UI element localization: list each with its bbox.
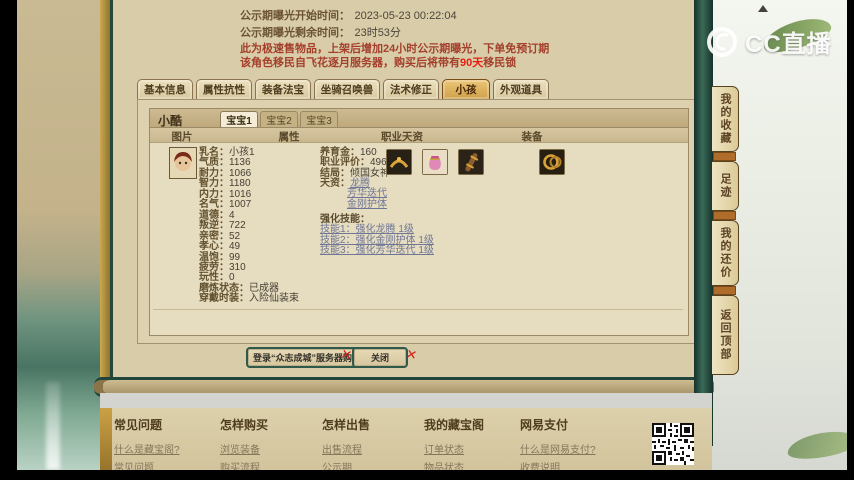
footer-link[interactable]: 浏览装备 (220, 441, 320, 456)
footer-col-faq: 常见问题 什么是藏宝阁? 常见问题 (114, 416, 214, 477)
cc-live-logo-text: CC直播 (745, 31, 832, 58)
equipment-slot-list (386, 149, 565, 175)
small-arrow-decoration (758, 5, 768, 12)
talent-row: 芳华迭代 (320, 189, 490, 199)
red-x-stamp-icon: ✕ (404, 346, 419, 363)
footer: 常见问题 什么是藏宝阁? 常见问题 怎样购买 浏览装备 购买流程 注意事项 怎样… (100, 408, 712, 474)
footer-link[interactable]: 什么是网易支付? (520, 441, 650, 456)
footer-gold-edge (100, 408, 112, 470)
exposure-start-value: 2023-05-23 00:22:04 (354, 10, 457, 22)
sidebar-item-my-counteroffer[interactable]: 我的还价 (712, 220, 739, 286)
migration-warning-prefix: 该角色移民自飞花逐月服务器，购买后将带有 (240, 57, 460, 69)
sidebar-band (694, 0, 713, 446)
scroll-gold-edge (100, 0, 110, 393)
gold-bangle-icon[interactable] (539, 149, 565, 175)
exposure-start-row: 公示期曝光开始时间： 2023-05-23 00:22:04 (240, 6, 457, 24)
gold-coronet-icon[interactable] (386, 149, 412, 175)
tab-child[interactable]: 小孩 (442, 79, 490, 99)
panel-divider (153, 309, 683, 310)
waterfall-decoration (46, 382, 60, 470)
scroll-border-line (110, 0, 113, 393)
subtab-baby2[interactable]: 宝宝2 (260, 111, 298, 127)
talent-row: 金刚护体 (320, 199, 490, 210)
tab-mount-summon[interactable]: 坐骑召唤兽 (314, 79, 380, 99)
screen: 公示期曝光开始时间： 2023-05-23 00:22:04 公示期曝光剩余时间… (0, 0, 854, 480)
migration-warning-days: 90天 (460, 57, 484, 69)
talent-link[interactable]: 芳华迭代 (347, 188, 387, 199)
sidebar-item-favorites[interactable]: 我的收藏 (712, 86, 739, 152)
detail-tabbar: 基本信息 属性抗性 装备法宝 坐骑召唤兽 法术修正 小孩 外观道具 (137, 79, 549, 99)
footer-link[interactable]: 什么是藏宝阁? (114, 441, 214, 456)
child-name-title: 小酷 (158, 114, 183, 128)
footer-link[interactable]: 订单状态 (424, 441, 524, 456)
exposure-start-label: 公示期曝光开始时间： (240, 10, 350, 22)
screen-letterbox-right (847, 0, 854, 480)
child-portrait-icon (169, 147, 197, 179)
exposure-remaining-row: 公示期曝光剩余时间： 23时53分 (240, 23, 401, 41)
sidebar-divider (713, 211, 736, 220)
close-button[interactable]: 关闭 (352, 347, 408, 368)
tab-appearance-items[interactable]: 外观道具 (493, 79, 549, 99)
column-header-career: 职业天资 (381, 131, 423, 143)
pink-pouch-icon[interactable] (422, 149, 448, 175)
footer-link[interactable]: 出售流程 (322, 441, 422, 456)
migration-warning-suffix: 移民锁 (483, 57, 517, 69)
page-gap-band (100, 393, 712, 408)
tab-skill-correction[interactable]: 法术修正 (383, 79, 439, 99)
tab-content-box: 小酷 宝宝1 宝宝2 宝宝3 图片 属性 职业天资 装备 乳名：小孩1 气质：1… (137, 99, 696, 344)
tab-equipment-treasure[interactable]: 装备法宝 (255, 79, 311, 99)
column-header-equipment: 装备 (521, 131, 543, 143)
attr-row: 穿戴时装：入险仙装束 (199, 293, 299, 305)
exposure-remaining-value: 23时53分 (354, 27, 401, 39)
qr-code (652, 423, 694, 470)
skill-row: 技能3：强化芳华迭代 1级 (320, 245, 490, 256)
screen-letterbox-bottom (0, 470, 854, 480)
child-panel: 小酷 宝宝1 宝宝2 宝宝3 图片 属性 职业天资 装备 乳名：小孩1 气质：1… (149, 108, 689, 336)
screen-letterbox-left (0, 0, 17, 480)
column-header-attributes: 属性 (278, 131, 300, 143)
skill-link[interactable]: 技能3：强化芳华迭代 1级 (320, 245, 434, 256)
column-header-picture: 图片 (171, 131, 193, 143)
sidebar-divider (713, 152, 736, 161)
cc-live-watermark: CC直播 (705, 24, 832, 59)
sidebar-item-back-to-top[interactable]: 返回顶部 (712, 295, 739, 375)
tab-attribute-resist[interactable]: 属性抗性 (196, 79, 252, 99)
cc-live-logo-icon (707, 26, 737, 57)
attribute-list: 乳名：小孩1 气质：1136 耐力：1066 智力：1180 内力：1016 名… (199, 147, 319, 305)
scroll-page: 公示期曝光开始时间： 2023-05-23 00:22:04 公示期曝光剩余时间… (94, 0, 714, 397)
wooden-club-icon[interactable] (458, 149, 484, 175)
migration-warning: 该角色移民自飞花逐月服务器，购买后将带有90天移民锁 (240, 54, 516, 70)
sidebar-divider (713, 286, 736, 295)
talent-row: 天资：龙腾 (320, 178, 370, 190)
talent-link[interactable]: 金刚护体 (347, 199, 387, 210)
sidebar-item-footprints[interactable]: 足迹 (712, 161, 739, 211)
exposure-remaining-label: 公示期曝光剩余时间： (240, 27, 350, 39)
skill-link[interactable]: 技能1：强化龙腾 1级 (320, 224, 414, 235)
subtab-baby1[interactable]: 宝宝1 (220, 111, 258, 127)
subtab-baby3[interactable]: 宝宝3 (300, 111, 338, 127)
tab-basic-info[interactable]: 基本信息 (137, 79, 193, 99)
